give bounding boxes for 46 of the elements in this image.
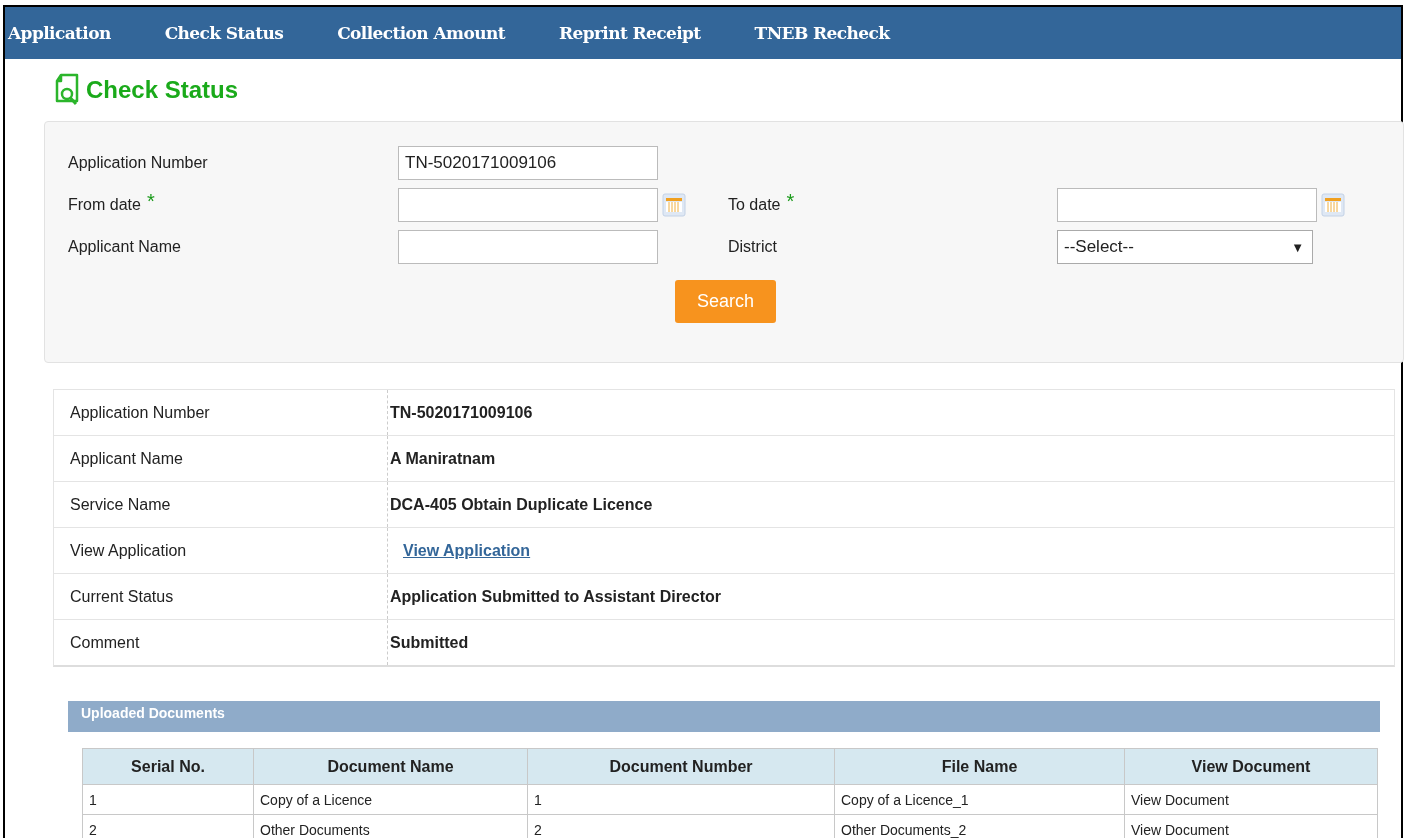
table-cell: 1 [527,784,835,815]
field-label: To date [728,196,781,214]
page-title: Check Status [86,76,239,104]
district-select[interactable]: --Select-- ▼ [1057,230,1313,264]
detail-label: Comment [54,620,388,665]
detail-value: Submitted [390,633,469,651]
detail-value: A Maniratnam [390,449,496,467]
nav-link[interactable]: Reprint Receipt [558,23,701,43]
table-cell: 2 [82,814,254,838]
column-header: Serial No. [82,748,254,785]
column-header: Document Name [253,748,528,785]
column-header: View Document [1124,748,1378,785]
nav-link[interactable]: Check Status [164,23,284,43]
section-header: Uploaded Documents [68,701,1380,732]
calendar-icon [662,193,686,217]
field-label: Application Number [68,154,208,172]
detail-label: Current Status [54,574,388,619]
required-mark: * [146,189,155,213]
caret-icon: ▼ [1291,239,1304,255]
column-header: Document Number [527,748,835,785]
detail-label: Applicant Name [54,436,388,481]
nav-link[interactable]: TNEB Recheck [754,23,890,43]
date-field[interactable] [1057,188,1317,222]
document-search-icon [54,73,80,107]
table-cell: Copy of a Licence [253,784,528,815]
detail-label: Application Number [54,390,388,435]
table-cell: 1 [82,784,254,815]
view-application-link[interactable]: View Application [403,541,531,559]
view-document-link[interactable]: View Document [1124,784,1378,815]
detail-label: View Application [54,528,388,573]
required-mark: * [786,189,795,213]
calendar-icon [1321,193,1345,217]
detail-label: Service Name [54,482,388,527]
field-label: From date [68,196,141,214]
field-label: Applicant Name [68,238,181,256]
column-header: File Name [834,748,1125,785]
nav-link[interactable]: Collection Amount [337,23,505,43]
field-label: District [728,238,777,256]
input-field[interactable]: TN-5020171009106 [398,146,658,180]
detail-value: TN-5020171009106 [390,403,533,421]
input-field[interactable] [398,230,658,264]
table-cell: Copy of a Licence_1 [834,784,1125,815]
nav-link[interactable]: Application [8,23,111,43]
detail-value: Application Submitted to Assistant Director [390,587,721,605]
date-field[interactable] [398,188,658,222]
detail-value: DCA-405 Obtain Duplicate Licence [390,495,653,513]
